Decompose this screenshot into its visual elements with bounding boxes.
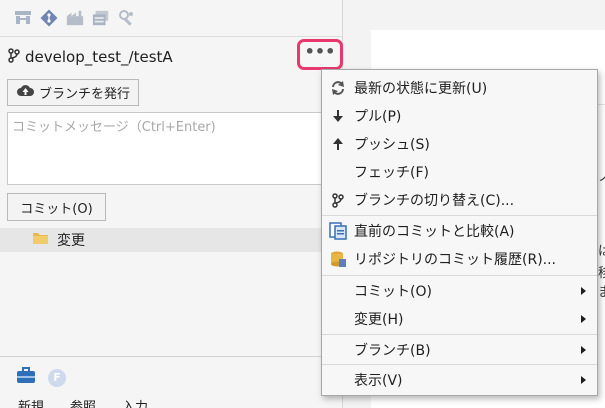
- tools-icon[interactable]: [118, 9, 136, 27]
- menu-item-refresh[interactable]: 最新の状態に更新(U): [322, 74, 597, 102]
- submenu-arrow-icon: [581, 287, 586, 295]
- menu-item-push[interactable]: プッシュ(S): [322, 130, 597, 158]
- menu-separator: [322, 364, 597, 365]
- menu-item-label: 最新の状態に更新(U): [354, 81, 488, 97]
- folder-icon: [32, 231, 49, 249]
- cloud-upload-icon: [17, 84, 34, 101]
- factory-icon[interactable]: [66, 9, 84, 27]
- menu-item-view-submenu[interactable]: 表示(V): [322, 366, 597, 394]
- bottom-tabs: 新規 参照 入力: [18, 396, 148, 408]
- menu-item-branch-submenu[interactable]: ブランチ(B): [322, 336, 597, 364]
- menu-item-label: ブランチ(B): [354, 343, 431, 359]
- git-changes-panel: develop_test_/testA ••• ブランチを発行 コミットメッセー…: [0, 0, 343, 408]
- menu-item-label: 表示(V): [354, 373, 403, 389]
- changes-label: 変更: [57, 233, 85, 249]
- server-stack-icon[interactable]: [92, 9, 110, 27]
- toolbox-icon[interactable]: [16, 367, 36, 388]
- menu-item-repository-history[interactable]: リポジトリのコミット履歴(R)...: [322, 245, 597, 273]
- menu-item-switch-branch[interactable]: ブランチの切り替え(C)...: [322, 186, 597, 214]
- bottom-toolbar: F: [16, 367, 66, 388]
- menu-separator: [322, 275, 597, 276]
- bottom-divider: [0, 356, 342, 357]
- submenu-arrow-icon: [581, 346, 586, 354]
- menu-item-changes-submenu[interactable]: 変更(H): [322, 305, 597, 333]
- menu-separator: [322, 334, 597, 335]
- branch-icon: [8, 47, 20, 67]
- menu-separator: [322, 215, 597, 216]
- branch-name: develop_test_/testA: [25, 48, 173, 66]
- tab-new[interactable]: 新規: [18, 396, 44, 408]
- background-text-fragment: は: [598, 244, 605, 259]
- menu-item-label: ブランチの切り替え(C)...: [354, 193, 515, 209]
- commit-button[interactable]: コミット(O): [7, 193, 106, 221]
- menu-item-label: リポジトリのコミット履歴(R)...: [354, 252, 557, 268]
- changes-group[interactable]: 変更: [0, 228, 342, 252]
- publish-branch-button[interactable]: ブランチを発行: [7, 79, 139, 106]
- arrow-up-icon: [328, 134, 348, 154]
- menu-item-label: フェッチ(F): [354, 165, 429, 181]
- menu-item-label: 変更(H): [354, 312, 404, 328]
- background-text-fragment: 移: [598, 266, 605, 281]
- git-diamond-icon[interactable]: [40, 9, 58, 27]
- f-badge-icon[interactable]: F: [48, 368, 66, 387]
- menu-item-commit-submenu[interactable]: コミット(O): [322, 277, 597, 305]
- refresh-icon: [328, 78, 348, 98]
- menu-item-label: プル(P): [354, 109, 402, 125]
- commit-message-input[interactable]: コミットメッセージ（Ctrl+Enter): [7, 112, 341, 185]
- tab-browse[interactable]: 参照: [70, 396, 96, 408]
- arrow-down-icon: [328, 106, 348, 126]
- more-icon: •••: [304, 41, 336, 61]
- compare-icon: [328, 221, 348, 241]
- background-text-fragment: ま: [598, 285, 605, 300]
- git-actions-context-menu: 最新の状態に更新(U) プル(P) プッシュ(S) フェッチ(F) ブランチの切…: [321, 69, 598, 396]
- menu-item-compare-previous[interactable]: 直前のコミットと比較(A): [322, 217, 597, 245]
- branch-graph-icon[interactable]: [14, 9, 32, 27]
- menu-item-pull[interactable]: プル(P): [322, 102, 597, 130]
- menu-item-label: 直前のコミットと比較(A): [354, 224, 515, 240]
- commit-button-label: コミット(O): [20, 201, 93, 217]
- repository-history-icon: [328, 249, 348, 269]
- tab-input[interactable]: 入力: [122, 396, 148, 408]
- branch-icon: [328, 190, 348, 210]
- submenu-arrow-icon: [581, 315, 586, 323]
- menu-item-label: コミット(O): [354, 284, 432, 300]
- more-actions-button[interactable]: •••: [297, 39, 343, 70]
- menu-item-label: プッシュ(S): [354, 137, 430, 153]
- commit-message-placeholder: コミットメッセージ（Ctrl+Enter): [12, 120, 216, 135]
- submenu-arrow-icon: [581, 376, 586, 384]
- background-text-fragment: ノ: [598, 170, 605, 185]
- publish-branch-label: ブランチを発行: [39, 87, 131, 102]
- panel-toolbar: [0, 0, 342, 37]
- menu-item-fetch[interactable]: フェッチ(F): [322, 158, 597, 186]
- current-branch[interactable]: develop_test_/testA: [8, 46, 173, 68]
